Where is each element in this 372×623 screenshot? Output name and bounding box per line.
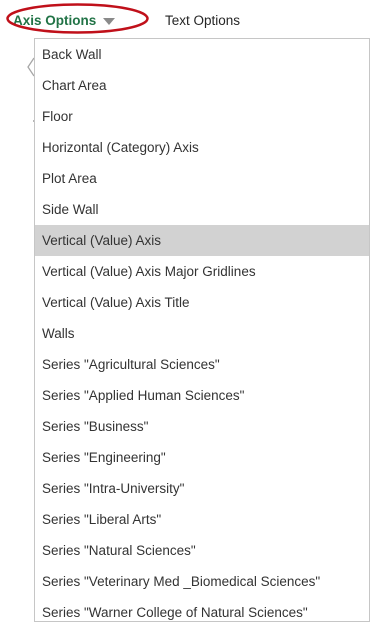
dropdown-list-item[interactable]: Vertical (Value) Axis Major Gridlines xyxy=(35,256,369,287)
axis-options-label: Axis Options xyxy=(13,12,97,28)
pane-left-edge xyxy=(0,38,34,623)
dropdown-list-item[interactable]: Floor xyxy=(35,101,369,132)
text-options-tab[interactable]: Text Options xyxy=(165,10,240,30)
dropdown-list-item[interactable]: Series "Liberal Arts" xyxy=(35,504,369,535)
dropdown-list-item-selected[interactable]: Vertical (Value) Axis xyxy=(35,225,369,256)
chevron-down-icon[interactable] xyxy=(103,17,116,25)
dropdown-list-item[interactable]: Chart Area xyxy=(35,70,369,101)
dropdown-list-item[interactable]: Series "Engineering" xyxy=(35,442,369,473)
dropdown-list-item[interactable]: Walls xyxy=(35,318,369,349)
chart-elements-dropdown-list[interactable]: Back Wall Chart Area Floor Horizontal (Cate… xyxy=(34,38,370,622)
dropdown-list-item[interactable]: Plot Area xyxy=(35,163,369,194)
dropdown-list-item[interactable]: Horizontal (Category) Axis xyxy=(35,132,369,163)
dropdown-list-item[interactable]: Side Wall xyxy=(35,194,369,225)
dropdown-list-item[interactable]: Series "Intra-University" xyxy=(35,473,369,504)
dropdown-list-item[interactable]: Series "Warner College of Natural Scienc… xyxy=(35,597,369,621)
format-pane-header: Axis Options Text Options xyxy=(0,0,372,38)
dropdown-list-item[interactable]: Series "Applied Human Sciences" xyxy=(35,380,369,411)
dropdown-list-item[interactable]: Series "Agricultural Sciences" xyxy=(35,349,369,380)
dropdown-list-item[interactable]: Series "Veterinary Med _Biomedical Scien… xyxy=(35,566,369,597)
dropdown-list-item[interactable]: Back Wall xyxy=(35,39,369,70)
dropdown-list-item[interactable]: Series "Natural Sciences" xyxy=(35,535,369,566)
dropdown-list-item[interactable]: Vertical (Value) Axis Title xyxy=(35,287,369,318)
dropdown-list-item[interactable]: Series "Business" xyxy=(35,411,369,442)
axis-options-dropdown-tab[interactable]: Axis Options xyxy=(13,10,116,30)
